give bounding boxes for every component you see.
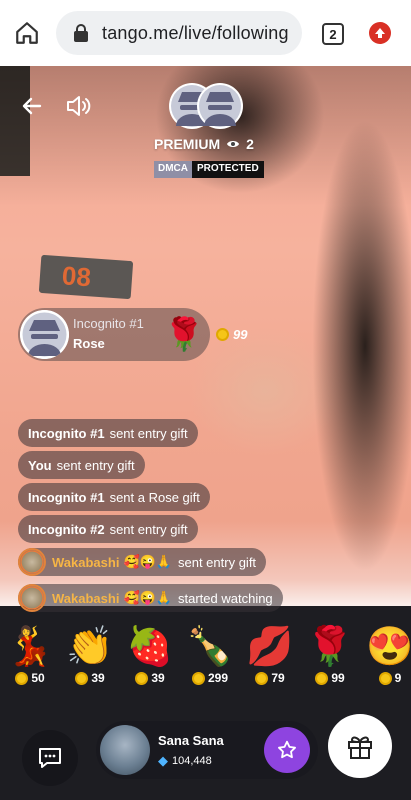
user-avatar[interactable]	[18, 548, 46, 576]
gift-item-clap[interactable]: 👏 39	[60, 623, 120, 701]
coin-icon	[75, 671, 89, 685]
gift-sender: Incognito #1	[73, 316, 144, 331]
dmca-badge: DMCA PROTECTED	[154, 161, 264, 178]
host-name: Sana Sana	[158, 733, 224, 748]
gift-item-lips[interactable]: 💋 79	[240, 623, 300, 701]
gift-item-dancers[interactable]: 💃 50	[0, 623, 60, 701]
diamond-icon: ◆	[158, 753, 168, 768]
gift-button[interactable]	[328, 714, 392, 778]
chat-message: Wakabashi 🥰😜🙏 started watching	[18, 584, 283, 612]
gift-item-heart-eyes[interactable]: 😍 9	[360, 623, 411, 701]
shirt-patch: 08	[38, 254, 134, 300]
live-stream-view: 08 PREMIUM 2 DMCA PROTECTED Incognito #1…	[0, 66, 411, 800]
gift-item-rose[interactable]: 🌹 99	[300, 623, 360, 701]
coin-icon	[191, 671, 205, 685]
coin-icon	[255, 671, 269, 685]
coin-icon	[216, 328, 229, 341]
coin-icon	[15, 671, 29, 685]
gift-box-icon	[348, 736, 372, 759]
follow-star-button[interactable]	[264, 727, 310, 773]
chat-message: You sent entry gift	[18, 451, 145, 479]
back-arrow-icon[interactable]	[20, 94, 44, 118]
bottom-bar: Sana Sana ◆ 104,448	[0, 712, 411, 800]
update-icon[interactable]	[369, 22, 391, 44]
speaker-icon[interactable]	[64, 92, 92, 120]
user-avatar[interactable]	[18, 584, 46, 612]
host-diamonds: ◆ 104,448	[158, 753, 212, 768]
chat-message: Incognito #1 sent a Rose gift	[18, 483, 210, 511]
browser-toolbar: tango.me/live/following 2	[0, 0, 411, 66]
host-avatar[interactable]	[100, 725, 150, 775]
lock-icon	[74, 24, 88, 42]
host-info[interactable]: Sana Sana ◆ 104,448	[96, 721, 318, 779]
incognito-avatar	[20, 310, 69, 359]
chat-message: Incognito #1 sent entry gift	[18, 419, 198, 447]
gift-item-strawberry[interactable]: 🍓 39	[120, 623, 180, 701]
chat-message: Incognito #2 sent entry gift	[18, 515, 198, 543]
gift-notification[interactable]: Incognito #1 Rose 🌹	[18, 308, 210, 361]
coin-icon	[135, 671, 149, 685]
viewer-count: 2	[246, 136, 254, 152]
host-label: PREMIUM	[154, 136, 221, 152]
tab-count-button[interactable]: 2	[322, 23, 344, 45]
chat-button[interactable]	[22, 730, 78, 786]
gift-item: Rose	[73, 336, 105, 351]
gift-carousel: 💃 50 👏 39 🍓 39 🍾 299 💋 79 🌹 99 😍 9	[0, 623, 411, 701]
url-text: tango.me/live/following	[102, 22, 289, 43]
gift-item-champagne[interactable]: 🍾 299	[180, 623, 240, 701]
chat-message: Wakabashi 🥰😜🙏 sent entry gift	[18, 548, 267, 576]
eye-icon	[227, 141, 240, 147]
home-icon[interactable]	[14, 20, 40, 46]
viewer-info: PREMIUM 2	[154, 136, 254, 152]
gift-coins: 99	[216, 327, 247, 342]
coin-icon	[315, 671, 329, 685]
chat-bubble-icon	[39, 748, 61, 768]
coin-icon	[378, 671, 392, 685]
address-bar[interactable]: tango.me/live/following	[56, 11, 302, 55]
rose-icon: 🌹	[164, 316, 204, 352]
star-icon	[278, 740, 296, 759]
incognito-avatars[interactable]	[168, 82, 244, 130]
